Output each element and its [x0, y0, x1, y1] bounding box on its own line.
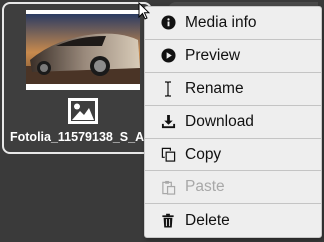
image-icon [68, 98, 98, 124]
download-icon [160, 114, 176, 130]
menu-item-label: Copy [185, 145, 222, 163]
menu-item-copy[interactable]: Copy [145, 139, 321, 172]
file-tile[interactable]: Fotolia_11579138_S_A [2, 2, 152, 154]
file-name[interactable]: Fotolia_11579138_S_A [10, 130, 148, 144]
menu-item-label: Preview [185, 46, 241, 64]
menu-item-label: Media info [185, 13, 257, 31]
menu-item-label: Download [185, 112, 254, 130]
info-icon [160, 15, 176, 31]
menu-item-label: Delete [185, 211, 230, 229]
file-thumbnail[interactable] [26, 10, 140, 90]
text-cursor-icon [160, 81, 176, 97]
menu-item-preview[interactable]: Preview [145, 40, 321, 73]
context-menu: Media info Preview Rename Download Copy … [144, 6, 322, 239]
paste-icon [160, 179, 176, 195]
play-icon [160, 48, 176, 64]
trash-icon [160, 213, 176, 229]
car-photo [26, 14, 140, 90]
menu-item-paste: Paste [145, 171, 321, 205]
copy-icon [160, 147, 176, 163]
menu-item-delete[interactable]: Delete [145, 204, 321, 237]
mouse-pointer-icon [138, 1, 151, 25]
menu-item-rename[interactable]: Rename [145, 73, 321, 106]
menu-item-label: Paste [185, 178, 225, 196]
menu-item-label: Rename [185, 79, 244, 97]
menu-item-media-info[interactable]: Media info [145, 7, 321, 40]
menu-item-download[interactable]: Download [145, 106, 321, 139]
